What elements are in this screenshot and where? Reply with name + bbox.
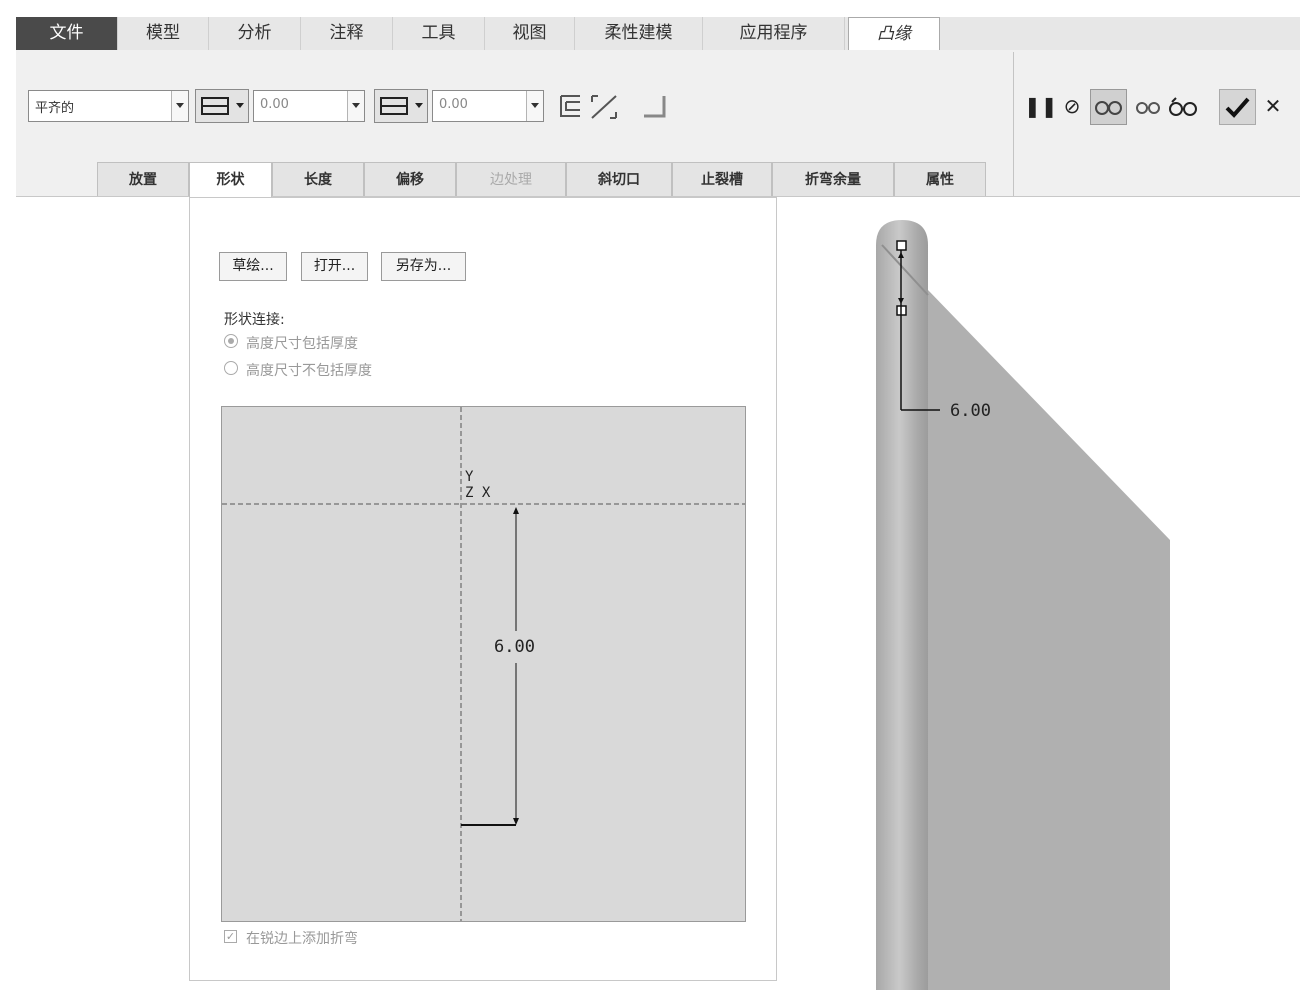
no-preview-icon[interactable]: ⊘ (1060, 94, 1084, 118)
pause-icon[interactable]: ❚❚ (1024, 94, 1058, 118)
menu-tab-flange[interactable]: 凸缘 (848, 17, 940, 51)
offset-type-1-button[interactable] (195, 89, 249, 123)
shape-connect-label: 形状连接: (224, 312, 285, 328)
radio-label-exclude-thickness: 高度尺寸不包括厚度 (246, 363, 372, 379)
subtab-bend-allowance[interactable]: 折弯余量 (772, 162, 894, 196)
preview-dimension-label: 6.00 (494, 637, 535, 657)
menu-tab-tools[interactable]: 工具 (393, 17, 485, 50)
glasses-icon (1169, 97, 1197, 116)
offset-1-input[interactable]: 0.00 (253, 90, 365, 122)
attach-type-value: 平齐的 (35, 101, 75, 116)
preview-button[interactable] (1167, 92, 1199, 122)
model-dimension-label[interactable]: 6.00 (950, 401, 991, 421)
menu-bar: 文件 模型 分析 注释 工具 视图 柔性建模 应用程序 凸缘 (16, 17, 1300, 51)
shape-preview: Y Z X 6.00 (221, 406, 746, 922)
open-button[interactable]: 打开... (301, 252, 368, 281)
bend-edge-icon[interactable] (640, 92, 674, 122)
subtab-edge-treatment[interactable]: 边处理 (456, 162, 566, 196)
offset-type-2-button[interactable] (374, 89, 428, 123)
offset-2-value: 0.00 (439, 97, 468, 112)
radio-dot (228, 338, 234, 344)
menu-tab-file[interactable]: 文件 (16, 17, 118, 50)
add-bend-label: 在锐边上添加折弯 (246, 931, 358, 947)
menu-tab-flexible-modeling[interactable]: 柔性建模 (575, 17, 703, 50)
subtab-length[interactable]: 长度 (272, 162, 364, 196)
subtab-properties[interactable]: 属性 (894, 162, 986, 196)
sketch-button[interactable]: 草绘... (219, 252, 287, 281)
menu-tab-applications[interactable]: 应用程序 (703, 17, 845, 50)
model-viewport (876, 220, 1170, 990)
checkmark-icon (1225, 97, 1250, 118)
axis-y-label: Y (465, 469, 474, 485)
menu-tab-model[interactable]: 模型 (118, 17, 209, 50)
axis-zx-label: Z X (465, 485, 491, 501)
ok-button[interactable] (1219, 89, 1256, 125)
subtab-offset[interactable]: 偏移 (364, 162, 456, 196)
menu-tab-view[interactable]: 视图 (485, 17, 575, 50)
glasses-geometry-icon (1095, 101, 1122, 115)
offset-2-input[interactable]: 0.00 (432, 90, 544, 122)
flange-side-icon (201, 97, 244, 115)
attach-type-dropdown[interactable]: 平齐的 (28, 90, 189, 122)
radio-label-include-thickness: 高度尺寸包括厚度 (246, 336, 358, 352)
chevron-down-icon[interactable] (347, 91, 364, 121)
radio-exclude-thickness[interactable] (224, 361, 238, 375)
subtab-shape[interactable]: 形状 (189, 162, 272, 198)
verify-preview-button[interactable] (1133, 92, 1163, 122)
subtab-relief[interactable]: 止裂槽 (672, 162, 772, 196)
flip-material-icon[interactable] (558, 92, 622, 122)
subtab-placement[interactable]: 放置 (97, 162, 189, 196)
bend-surface[interactable] (876, 220, 928, 990)
cancel-x-icon[interactable]: ✕ (1262, 94, 1284, 118)
drag-handle-top[interactable] (896, 240, 907, 251)
flange-face[interactable] (928, 290, 1170, 990)
offset-1-value: 0.00 (260, 97, 289, 112)
ribbon-divider (1013, 52, 1014, 196)
flange-length-icon (380, 97, 423, 115)
glasses-check-icon (1136, 102, 1160, 114)
add-bend-checkbox[interactable]: ✓ (224, 930, 237, 943)
save-as-button[interactable]: 另存为... (381, 252, 466, 281)
menu-tab-annotate[interactable]: 注释 (301, 17, 393, 50)
chevron-down-icon[interactable] (526, 91, 543, 121)
geometry-preview-button[interactable] (1090, 89, 1127, 125)
menu-tab-analysis[interactable]: 分析 (209, 17, 301, 50)
radio-include-thickness[interactable] (224, 334, 238, 348)
subtab-miter-cut[interactable]: 斜切口 (566, 162, 672, 196)
chevron-down-icon[interactable] (171, 91, 188, 121)
